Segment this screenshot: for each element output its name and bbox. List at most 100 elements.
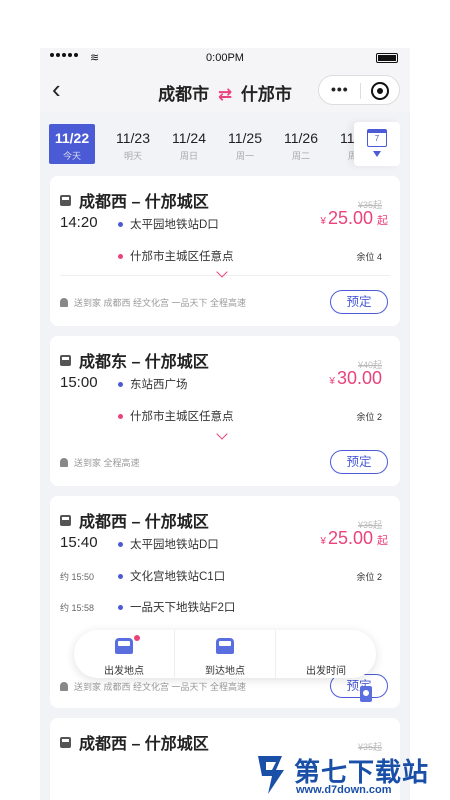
trip-route: 成都西 – 什邡城区 bbox=[60, 188, 209, 212]
trip-tags: 送到家 成都西 经文化宫 一品天下 全程高速 bbox=[60, 680, 246, 693]
to-city[interactable]: 什邡市 bbox=[241, 85, 292, 104]
watermark-url: www.d7down.com bbox=[296, 784, 392, 796]
status-time: 0:00PM bbox=[206, 52, 244, 64]
stop-item: 什邡市主城区任意点 bbox=[118, 248, 234, 264]
book-button[interactable]: 预定 bbox=[330, 450, 388, 474]
stop-item: 什邡市主城区任意点 bbox=[118, 408, 234, 424]
stop-name: 一品天下地铁站F2口 bbox=[130, 602, 236, 614]
departure-time: 15:40 bbox=[60, 534, 98, 551]
filter-departure-location[interactable]: 出发地点 bbox=[74, 630, 174, 678]
date-tab-weekday: 周二 bbox=[291, 151, 310, 161]
boarding-dot-icon bbox=[118, 573, 123, 579]
close-icon[interactable] bbox=[371, 82, 389, 100]
filter-arrival-location[interactable]: 到达地点 bbox=[174, 630, 275, 678]
trip-route: 成都东 – 什邡城区 bbox=[60, 348, 209, 372]
battery-icon bbox=[376, 53, 398, 63]
departure-time: 15:00 bbox=[60, 374, 98, 391]
stop-item: 东站西广场 bbox=[118, 376, 188, 392]
date-tab[interactable]: 11/26 周二 bbox=[273, 124, 329, 164]
bus-icon bbox=[60, 736, 71, 748]
price-value: 25.00 bbox=[327, 528, 373, 548]
watermark: 第七下载站 www.d7down.com bbox=[254, 750, 450, 800]
seats-left: 余位 2 bbox=[356, 572, 382, 582]
trip-card[interactable]: 成都西 – 什邡城区 ¥35起 14:20 太平园地铁站D口 ¥ 25.00 起… bbox=[50, 176, 400, 326]
nav-bar: ‹ 成都市 ⇄ 什邡市 ••• bbox=[40, 68, 410, 112]
price-currency: ¥ bbox=[320, 216, 326, 227]
trip-price: ¥ 30.00 bbox=[329, 368, 382, 389]
trip-tags: 送到家 全程高速 bbox=[60, 456, 140, 469]
trip-tags-text: 送到家 成都西 经文化宫 一品天下 全程高速 bbox=[74, 298, 247, 308]
from-city[interactable]: 成都市 bbox=[158, 85, 209, 104]
filter-departure-time[interactable]: 出发时间 bbox=[275, 630, 376, 702]
swap-icon[interactable]: ⇄ bbox=[218, 85, 232, 104]
date-tab-weekday: 周一 bbox=[235, 151, 254, 161]
trip-tags-text: 送到家 成都西 经文化宫 一品天下 全程高速 bbox=[74, 682, 247, 692]
phone-screen: ≋ 0:00PM ‹ 成都市 ⇄ 什邡市 ••• 11/22 今天 11/23 … bbox=[40, 48, 410, 800]
date-tab[interactable]: 11/25 周一 bbox=[217, 124, 273, 164]
filter-label: 到达地点 bbox=[205, 666, 245, 677]
calendar-button[interactable]: 7 bbox=[354, 122, 400, 166]
capsule-divider bbox=[360, 83, 361, 99]
mini-program-capsule: ••• bbox=[318, 75, 400, 105]
date-selector: 11/22 今天 11/23 明天 11/24 周日 11/25 周一 11/2… bbox=[40, 120, 410, 168]
filter-bar: 出发地点 到达地点 出发时间 bbox=[74, 630, 376, 702]
filter-label: 出发地点 bbox=[104, 666, 144, 677]
chevron-down-icon[interactable] bbox=[216, 428, 228, 440]
date-tab-today[interactable]: 11/22 今天 bbox=[49, 124, 95, 164]
bell-icon bbox=[60, 682, 68, 691]
trip-card[interactable]: 成都东 – 什邡城区 ¥40起 15:00 东站西广场 ¥ 30.00 什邡市主… bbox=[50, 336, 400, 486]
seats-left: 余位 2 bbox=[356, 412, 382, 422]
trip-route-label: 成都西 – 什邡城区 bbox=[79, 194, 209, 211]
more-icon[interactable]: ••• bbox=[331, 81, 349, 97]
date-tab-weekday: 今天 bbox=[62, 151, 81, 161]
book-button[interactable]: 预定 bbox=[330, 290, 388, 314]
bus-icon bbox=[60, 194, 71, 206]
date-tab-weekday: 周日 bbox=[179, 151, 198, 161]
trip-price: ¥ 25.00 起 bbox=[320, 528, 388, 549]
stop-item: 太平园地铁站D口 bbox=[118, 536, 219, 552]
bell-icon bbox=[60, 458, 68, 467]
date-tab[interactable]: 11/23 明天 bbox=[105, 124, 161, 164]
phone-icon bbox=[360, 686, 372, 702]
bus-icon bbox=[60, 514, 71, 526]
stop-item: 一品天下地铁站F2口 bbox=[118, 599, 235, 615]
date-tab-date: 11/25 bbox=[228, 130, 262, 146]
triangle-down-icon bbox=[373, 151, 381, 157]
watermark-logo-icon bbox=[258, 756, 284, 794]
boarding-dot-icon bbox=[118, 221, 123, 227]
date-tab-date: 11/24 bbox=[172, 130, 206, 146]
dropoff-dot-icon bbox=[118, 413, 123, 419]
boarding-dot-icon bbox=[118, 541, 123, 547]
stop-item: 文化宫地铁站C1口 bbox=[118, 568, 225, 584]
bus-icon bbox=[60, 354, 71, 366]
bus-icon bbox=[216, 638, 234, 654]
calendar-icon: 7 bbox=[367, 129, 387, 147]
departure-time: 14:20 bbox=[60, 214, 98, 231]
date-tab-weekday: 明天 bbox=[123, 151, 142, 161]
stop-name: 太平园地铁站D口 bbox=[130, 539, 219, 551]
price-suffix: 起 bbox=[377, 535, 388, 547]
stop-name: 什邡市主城区任意点 bbox=[130, 251, 234, 263]
stop-name: 太平园地铁站D口 bbox=[130, 219, 219, 231]
date-tab-date: 11/22 bbox=[54, 130, 90, 146]
date-tab-date: 11/23 bbox=[116, 130, 150, 146]
trip-route-label: 成都西 – 什邡城区 bbox=[79, 736, 209, 753]
seats-left: 余位 4 bbox=[356, 252, 382, 262]
trip-route-label: 成都西 – 什邡城区 bbox=[79, 514, 209, 531]
trip-route: 成都西 – 什邡城区 bbox=[60, 508, 209, 532]
trip-tags: 送到家 成都西 经文化宫 一品天下 全程高速 bbox=[60, 296, 246, 309]
price-currency: ¥ bbox=[320, 536, 326, 547]
status-bar: ≋ 0:00PM bbox=[40, 48, 410, 68]
trip-tags-text: 送到家 全程高速 bbox=[74, 458, 140, 468]
price-currency: ¥ bbox=[329, 376, 335, 387]
trip-price: ¥ 25.00 起 bbox=[320, 208, 388, 229]
boarding-dot-icon bbox=[118, 604, 123, 610]
stop-eta: 约 15:50 bbox=[60, 572, 95, 582]
date-tab-date: 11/26 bbox=[284, 130, 318, 146]
price-value: 25.00 bbox=[327, 208, 373, 228]
dropoff-dot-icon bbox=[118, 253, 123, 259]
notification-dot bbox=[134, 635, 140, 641]
stop-item: 太平园地铁站D口 bbox=[118, 216, 219, 232]
date-tab[interactable]: 11/24 周日 bbox=[161, 124, 217, 164]
stop-eta: 约 15:58 bbox=[60, 603, 95, 613]
